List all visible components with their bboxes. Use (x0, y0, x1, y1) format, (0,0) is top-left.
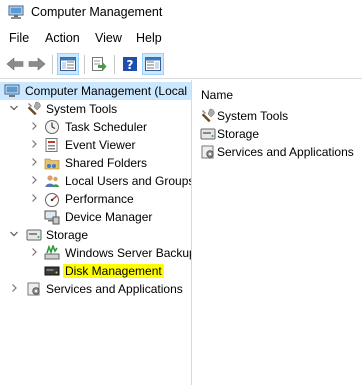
console-tree: Computer Management (Local System Tools … (0, 80, 192, 385)
tree-item-label: Device Manager (65, 210, 153, 224)
list-item-label: Storage (217, 127, 260, 141)
storage-icon (26, 229, 42, 241)
tree-item-label: Disk Management (63, 264, 164, 278)
menu-help[interactable]: Help (136, 31, 162, 45)
toolbar: ? (0, 50, 362, 79)
services-icon (201, 145, 214, 159)
results-pane: Name System Tools Storage Services and A… (193, 80, 362, 385)
chevron-right-icon[interactable] (9, 283, 19, 293)
chevron-right-icon[interactable] (29, 175, 39, 185)
chevron-right-icon[interactable] (29, 193, 39, 203)
svg-text:?: ? (127, 58, 134, 72)
storage-icon (200, 128, 216, 140)
menu-action[interactable]: Action (45, 31, 80, 45)
system-tools-icon (201, 108, 215, 123)
menu-view[interactable]: View (95, 31, 122, 45)
toolbar-separator (84, 55, 85, 74)
chevron-right-icon[interactable] (29, 247, 39, 257)
tree-item-label: Windows Server Backup (65, 246, 192, 260)
chevron-down-icon[interactable] (9, 103, 19, 113)
title-bar: Computer Management (0, 0, 362, 27)
help-icon: ? (123, 57, 137, 72)
tree-item-task-scheduler[interactable]: Task Scheduler (0, 118, 191, 136)
disk-management-icon (44, 266, 60, 276)
tree-item-event-viewer[interactable]: Event Viewer (0, 136, 191, 154)
users-icon (45, 175, 59, 187)
show-hide-console-tree-icon (60, 57, 76, 71)
tree-item-services-and-applications[interactable]: Services and Applications (0, 280, 191, 298)
tree-item-shared-folders[interactable]: Shared Folders (0, 154, 191, 172)
tree-item-storage[interactable]: Storage (0, 226, 191, 244)
event-viewer-icon (45, 138, 58, 152)
tree-item-label: Task Scheduler (65, 120, 148, 134)
performance-icon (45, 193, 59, 207)
backup-icon (44, 245, 60, 260)
help-button[interactable]: ? (119, 53, 141, 75)
computer-management-icon (8, 5, 24, 19)
chevron-down-icon[interactable] (9, 229, 19, 239)
chevron-right-icon[interactable] (29, 139, 39, 149)
list-item-label: Services and Applications (217, 145, 354, 159)
tree-item-computer-management[interactable]: Computer Management (Local (0, 82, 191, 100)
toolbar-separator (114, 55, 115, 74)
forward-arrow-icon (28, 57, 46, 71)
menu-bar: File Action View Help (0, 27, 362, 50)
system-tools-icon (27, 101, 41, 116)
show-hide-console-tree-button[interactable] (57, 53, 79, 75)
tree-item-label: Event Viewer (65, 138, 136, 152)
services-icon (27, 282, 40, 296)
tree-item-windows-server-backup[interactable]: Windows Server Backup (0, 244, 192, 262)
menu-file[interactable]: File (9, 31, 29, 45)
clock-icon (45, 120, 59, 134)
back-button[interactable] (4, 53, 26, 75)
toolbar-separator (52, 55, 53, 74)
tree-item-performance[interactable]: Performance (0, 190, 191, 208)
tree-item-local-users-and-groups[interactable]: Local Users and Groups (0, 172, 192, 190)
tree-item-label: Shared Folders (65, 156, 148, 170)
tree-item-label: Storage (46, 228, 89, 242)
chevron-right-icon[interactable] (29, 157, 39, 167)
tree-item-label: System Tools (46, 102, 118, 116)
forward-button[interactable] (26, 53, 48, 75)
tree-item-disk-management[interactable]: Disk Management (0, 262, 191, 280)
action-pane-button[interactable] (142, 53, 164, 75)
device-manager-icon (44, 210, 60, 225)
column-header-name[interactable]: Name (201, 88, 233, 102)
shared-folder-icon (44, 158, 60, 170)
computer-management-icon (4, 84, 20, 97)
tree-item-label: Computer Management (Local (25, 84, 188, 98)
tree-item-device-manager[interactable]: Device Manager (0, 208, 191, 226)
back-arrow-icon (6, 57, 24, 71)
window-title: Computer Management (31, 5, 163, 19)
list-item-label: System Tools (217, 109, 289, 123)
export-list-icon (92, 57, 107, 71)
tree-item-label: Local Users and Groups (65, 174, 192, 188)
tree-item-label: Services and Applications (46, 282, 183, 296)
export-list-button[interactable] (88, 53, 110, 75)
action-pane-icon (145, 57, 161, 71)
tree-item-label: Performance (65, 192, 134, 206)
tree-item-system-tools[interactable]: System Tools (0, 100, 191, 118)
chevron-right-icon[interactable] (29, 121, 39, 131)
